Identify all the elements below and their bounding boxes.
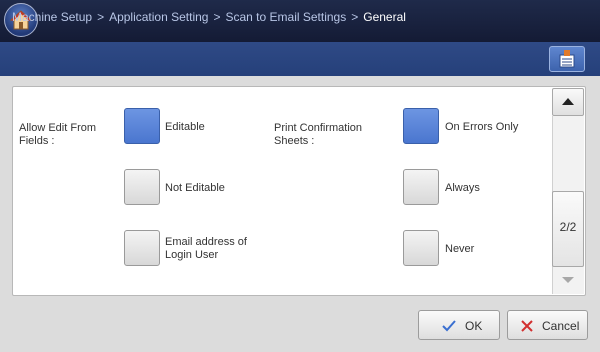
option-email-login-user-label: Email address of Login User	[165, 236, 247, 261]
scroll-thumb[interactable]: 2/2	[552, 191, 584, 267]
print-confirmation-label: Print Confirmation Sheets :	[274, 122, 363, 147]
scroll-down-button[interactable]	[552, 266, 584, 294]
option-editable-label: Editable	[165, 121, 205, 133]
option-always[interactable]	[403, 169, 439, 205]
option-editable[interactable]	[124, 108, 160, 144]
option-never[interactable]	[403, 230, 439, 266]
checkmark-icon	[442, 320, 456, 332]
breadcrumb-separator: >	[351, 10, 359, 24]
breadcrumb-item[interactable]: Scan to Email Settings	[226, 10, 347, 24]
page-indicator: 2/2	[559, 220, 577, 234]
breadcrumb-item[interactable]: Application Setting	[109, 10, 208, 24]
breadcrumb-separator: >	[97, 10, 105, 24]
settings-panel	[12, 86, 586, 296]
breadcrumb-current: General	[363, 10, 406, 24]
cancel-label: Cancel	[542, 319, 580, 333]
allow-edit-label: Allow Edit From Fields :	[19, 122, 97, 147]
ok-label: OK	[465, 319, 483, 333]
scrollbar[interactable]: 2/2	[552, 88, 584, 294]
scroll-up-button[interactable]	[552, 88, 584, 116]
option-always-label: Always	[445, 182, 480, 194]
breadcrumb-bar	[0, 42, 600, 76]
arrow-down-icon	[562, 277, 574, 283]
breadcrumb-separator: >	[213, 10, 221, 24]
breadcrumb: Machine Setup > Application Setting > Scan t…	[12, 10, 406, 24]
option-on-errors-only-label: On Errors Only	[445, 121, 519, 133]
breadcrumb-item[interactable]: Machine Setup	[12, 10, 92, 24]
option-not-editable-label: Not Editable	[165, 182, 225, 194]
cancel-button[interactable]: Cancel	[507, 310, 588, 340]
arrow-up-icon	[562, 98, 574, 105]
option-never-label: Never	[445, 243, 475, 255]
settings-list-icon	[559, 50, 575, 68]
settings-list-button[interactable]	[549, 46, 585, 72]
option-on-errors-only[interactable]	[403, 108, 439, 144]
x-icon	[521, 320, 533, 332]
option-not-editable[interactable]	[124, 169, 160, 205]
ok-button[interactable]: OK	[418, 310, 500, 340]
option-email-login-user[interactable]	[124, 230, 160, 266]
